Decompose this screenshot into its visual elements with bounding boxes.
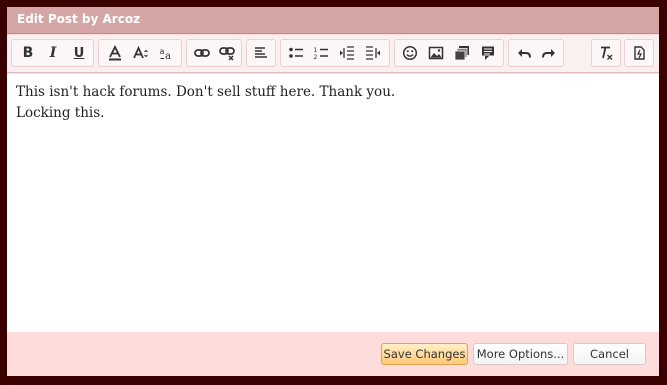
image-icon [428,46,444,60]
redo-button[interactable] [538,43,560,63]
image-button[interactable] [425,43,447,63]
unlink-button[interactable] [216,43,238,63]
bullet-list-button[interactable] [285,43,307,63]
font-size-button[interactable] [130,43,152,63]
svg-text:2: 2 [314,54,318,61]
italic-icon: I [49,45,57,61]
unlink-icon [219,47,235,61]
toolbar-group-basic: B I U [11,39,94,67]
outdent-button[interactable] [336,43,358,63]
align-button[interactable] [250,43,272,63]
smilie-icon [402,45,418,61]
media-button[interactable] [451,43,473,63]
svg-text:1: 1 [314,47,318,54]
font-family-icon: a a [160,47,172,61]
toolbar-group-align [246,39,276,67]
font-family-button[interactable]: a a [156,43,178,63]
more-options-button[interactable]: More Options... [473,343,568,365]
link-button[interactable] [191,43,213,63]
quote-button[interactable] [477,43,499,63]
editor-toolbar: B I U a a 1 2 [7,35,659,73]
quote-icon [482,46,494,60]
svg-text:a: a [165,51,171,61]
smilie-button[interactable] [399,43,421,63]
outdent-icon [340,46,354,60]
editor-content[interactable]: This isn't hack forums. Don't sell stuff… [16,82,649,124]
dialog-title: Edit Post by Arcoz [17,12,141,26]
font-size-icon [133,45,148,59]
cancel-button[interactable]: Cancel [573,343,646,365]
toolbar-group-remove-format [591,39,621,67]
media-icon [454,46,469,61]
undo-button[interactable] [513,43,535,63]
bold-icon: B [22,45,34,61]
italic-button[interactable]: I [42,43,64,63]
editor-line: Locking this. [16,105,105,121]
toolbar-group-insert [394,39,504,67]
numbered-list-button[interactable]: 1 2 [310,43,332,63]
bold-button[interactable]: B [17,43,39,63]
redo-icon [542,49,555,58]
toolbar-group-list: 1 2 [280,39,390,67]
edit-post-dialog: Edit Post by Arcoz B I U a a 1 2 This is… [7,7,659,376]
toggle-bbcode-button[interactable] [628,43,650,63]
dialog-titlebar[interactable]: Edit Post by Arcoz [7,7,659,34]
font-color-button[interactable] [104,43,126,63]
link-icon [194,49,210,57]
remove-format-icon [601,46,613,60]
toolbar-group-font: a a [98,39,182,67]
toolbar-group-link [186,39,242,67]
editor-line: This isn't hack forums. Don't sell stuff… [16,84,396,100]
remove-format-button[interactable] [595,43,617,63]
save-changes-button[interactable]: Save Changes [381,343,468,365]
svg-text:a: a [160,47,165,56]
bullet-list-icon [289,47,303,58]
underline-button[interactable]: U [68,43,90,63]
toolbar-group-source [624,39,654,67]
undo-icon [518,49,531,58]
post-editor[interactable]: This isn't hack forums. Don't sell stuff… [7,74,659,332]
indent-button[interactable] [362,43,384,63]
underline-icon: U [73,45,85,61]
toggle-bbcode-icon [634,46,645,60]
numbered-list-icon: 1 2 [314,47,328,61]
align-icon [255,47,267,58]
toolbar-group-history [508,39,564,67]
font-color-icon [109,45,121,61]
dialog-footer: Save Changes More Options... Cancel [7,332,659,376]
indent-icon [366,46,380,60]
